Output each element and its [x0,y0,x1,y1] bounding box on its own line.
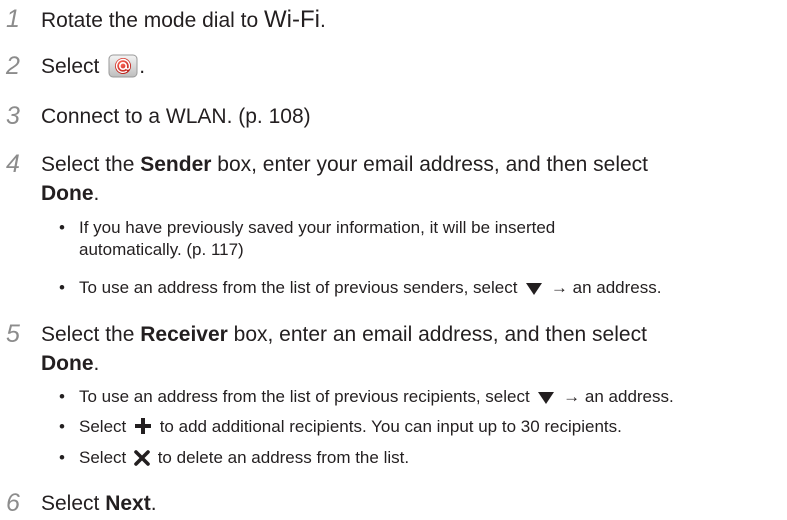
sender-label: Sender [140,153,212,176]
receiver-label: Receiver [140,323,228,346]
step-number: 1 [6,5,20,33]
down-triangle-icon [525,280,543,302]
step-text: Select . [41,54,146,78]
plus-icon [134,417,152,441]
step-text: Rotate the mode dial to Wi-Fi. [41,6,326,33]
step-text: Connect to a WLAN. (p. 108) [41,105,311,128]
done-label: Done [41,182,94,205]
x-icon [134,450,150,472]
step-number: 6 [6,489,20,517]
done-label: Done [41,352,94,375]
email-icon [108,54,138,78]
bullet-dot: • [59,417,65,436]
step-number: 4 [6,150,20,178]
step-text: Select the Receiver box, enter an email … [41,323,647,375]
bullet-dot: • [59,387,65,406]
bullet-dot: • [59,278,65,297]
bullet-dot: • [59,448,65,467]
step-number: 2 [6,52,20,80]
next-label: Next [105,492,151,515]
mode-wifi-label: Wi-Fi [263,6,320,33]
step-text: Select Next. [41,492,157,515]
down-triangle-icon [537,389,555,411]
bullet-dot: • [59,218,65,237]
step-number: 5 [6,320,20,348]
step-number: 3 [6,102,20,130]
step-text: Select the Sender box, enter your email … [41,153,649,205]
